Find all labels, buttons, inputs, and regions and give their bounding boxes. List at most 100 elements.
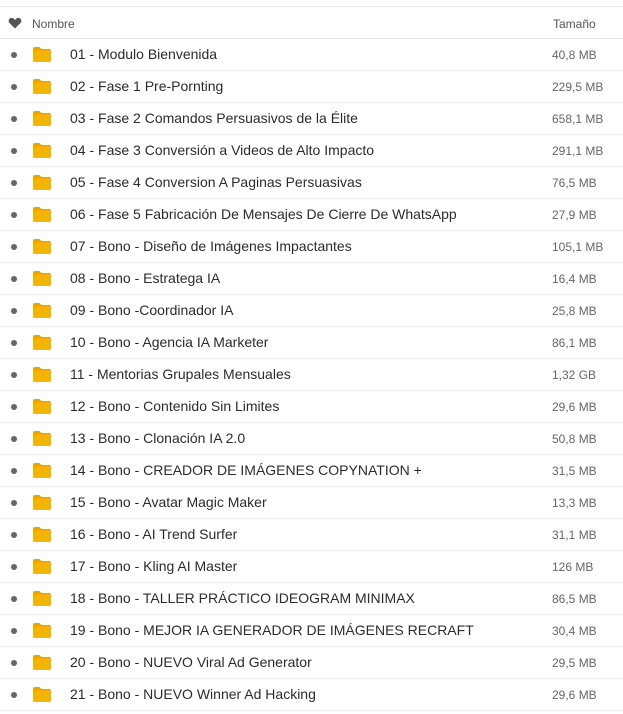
folder-name[interactable]: 13 - Bono - Clonación IA 2.0 [70, 430, 245, 446]
folder-name[interactable]: 18 - Bono - TALLER PRÁCTICO IDEOGRAM MIN… [70, 590, 415, 606]
folder-name[interactable]: 20 - Bono - NUEVO Viral Ad Generator [70, 654, 312, 670]
bullet-icon [11, 404, 17, 410]
folder-name[interactable]: 04 - Fase 3 Conversión a Videos de Alto … [70, 142, 374, 158]
bullet-icon [11, 308, 17, 314]
folder-icon [32, 302, 52, 319]
folder-icon [32, 174, 52, 191]
folder-name[interactable]: 01 - Modulo Bienvenida [70, 46, 217, 62]
table-row[interactable]: 06 - Fase 5 Fabricación De Mensajes De C… [0, 199, 623, 231]
bullet-icon [11, 372, 17, 378]
folder-name[interactable]: 21 - Bono - NUEVO Winner Ad Hacking [70, 686, 316, 702]
bullet-icon [11, 276, 17, 282]
folder-name[interactable]: 02 - Fase 1 Pre-Pornting [70, 78, 223, 94]
table-row[interactable]: 10 - Bono - Agencia IA Marketer 86,1 MB [0, 327, 623, 359]
folder-icon [32, 558, 52, 575]
bullet-icon [11, 180, 17, 186]
table-row[interactable]: 18 - Bono - TALLER PRÁCTICO IDEOGRAM MIN… [0, 583, 623, 615]
folder-size: 30,4 MB [552, 624, 597, 638]
folder-icon [32, 430, 52, 447]
folder-size: 31,5 MB [552, 464, 597, 478]
folder-name[interactable]: 19 - Bono - MEJOR IA GENERADOR DE IMÁGEN… [70, 622, 474, 638]
table-row[interactable]: 21 - Bono - NUEVO Winner Ad Hacking 29,6 … [0, 679, 623, 711]
folder-size: 29,5 MB [552, 656, 597, 670]
bullet-icon [11, 660, 17, 666]
table-row[interactable]: 17 - Bono - Kling AI Master 126 MB [0, 551, 623, 583]
folder-size: 31,1 MB [552, 528, 597, 542]
folder-icon [32, 110, 52, 127]
bullet-icon [11, 692, 17, 698]
folder-name[interactable]: 15 - Bono - Avatar Magic Maker [70, 494, 267, 510]
folder-icon [32, 334, 52, 351]
folder-name[interactable]: 10 - Bono - Agencia IA Marketer [70, 334, 268, 350]
folder-name[interactable]: 14 - Bono - CREADOR DE IMÁGENES COPYNATI… [70, 462, 422, 478]
table-row[interactable]: 13 - Bono - Clonación IA 2.0 50,8 MB [0, 423, 623, 455]
table-row[interactable]: 07 - Bono - Diseño de Imágenes Impactant… [0, 231, 623, 263]
bullet-icon [11, 628, 17, 634]
folder-icon [32, 622, 52, 639]
folder-icon [32, 590, 52, 607]
folder-icon [32, 142, 52, 159]
table-row[interactable]: 02 - Fase 1 Pre-Pornting 229,5 MB [0, 71, 623, 103]
folder-size: 25,8 MB [552, 304, 597, 318]
folder-size: 105,1 MB [552, 240, 604, 254]
folder-size: 29,6 MB [552, 400, 597, 414]
folder-size: 126 MB [552, 560, 594, 574]
table-row[interactable]: 12 - Bono - Contenido Sin Limites 29,6 MB [0, 391, 623, 423]
folder-size: 13,3 MB [552, 496, 597, 510]
folder-name[interactable]: 12 - Bono - Contenido Sin Limites [70, 398, 279, 414]
table-row[interactable]: 03 - Fase 2 Comandos Persuasivos de la É… [0, 103, 623, 135]
folder-size: 86,5 MB [552, 592, 597, 606]
folder-name[interactable]: 17 - Bono - Kling AI Master [70, 558, 237, 574]
folder-icon [32, 462, 52, 479]
folder-name[interactable]: 06 - Fase 5 Fabricación De Mensajes De C… [70, 206, 457, 222]
folder-icon [32, 238, 52, 255]
table-row[interactable]: 20 - Bono - NUEVO Viral Ad Generator 29,5… [0, 647, 623, 679]
bullet-icon [11, 468, 17, 474]
file-list: Nombre Tamaño 01 - Modulo Bienvenida 40,8… [0, 0, 623, 714]
folder-name[interactable]: 08 - Bono - Estratega IA [70, 270, 220, 286]
folder-size: 40,8 MB [552, 48, 597, 62]
column-header-size[interactable]: Tamaño [553, 17, 596, 31]
bullet-icon [11, 532, 17, 538]
folder-name[interactable]: 16 - Bono - AI Trend Surfer [70, 526, 237, 542]
bullet-icon [11, 84, 17, 90]
table-row[interactable]: 09 - Bono -Coordinador IA 25,8 MB [0, 295, 623, 327]
folder-size: 229,5 MB [552, 80, 604, 94]
folder-icon [32, 270, 52, 287]
bullet-icon [11, 596, 17, 602]
folder-size: 29,6 MB [552, 688, 597, 702]
bullet-icon [11, 564, 17, 570]
bullet-icon [11, 148, 17, 154]
table-row[interactable]: 14 - Bono - CREADOR DE IMÁGENES COPYNATI… [0, 455, 623, 487]
table-row[interactable]: 05 - Fase 4 Conversion A Paginas Persuas… [0, 167, 623, 199]
table-row[interactable]: 16 - Bono - AI Trend Surfer 31,1 MB [0, 519, 623, 551]
table-row[interactable]: 11 - Mentorias Grupales Mensuales 1,32 GB [0, 359, 623, 391]
folder-name[interactable]: 09 - Bono -Coordinador IA [70, 302, 233, 318]
table-row[interactable]: 01 - Modulo Bienvenida 40,8 MB [0, 39, 623, 71]
bullet-icon [11, 340, 17, 346]
heart-icon[interactable] [8, 16, 22, 30]
folder-size: 658,1 MB [552, 112, 604, 126]
table-row[interactable]: 15 - Bono - Avatar Magic Maker 13,3 MB [0, 487, 623, 519]
table-row[interactable]: 19 - Bono - MEJOR IA GENERADOR DE IMÁGEN… [0, 615, 623, 647]
folder-icon [32, 78, 52, 95]
list-header: Nombre Tamaño [0, 6, 623, 39]
folder-size: 27,9 MB [552, 208, 597, 222]
folder-name[interactable]: 11 - Mentorias Grupales Mensuales [70, 366, 291, 382]
table-row[interactable]: 04 - Fase 3 Conversión a Videos de Alto … [0, 135, 623, 167]
column-header-name[interactable]: Nombre [32, 17, 75, 31]
table-row[interactable]: 08 - Bono - Estratega IA 16,4 MB [0, 263, 623, 295]
folder-name[interactable]: 05 - Fase 4 Conversion A Paginas Persuas… [70, 174, 362, 190]
bullet-icon [11, 212, 17, 218]
folder-name[interactable]: 03 - Fase 2 Comandos Persuasivos de la É… [70, 110, 358, 126]
folder-icon [32, 654, 52, 671]
bullet-icon [11, 244, 17, 250]
folder-icon [32, 366, 52, 383]
folder-size: 291,1 MB [552, 144, 604, 158]
folder-size: 50,8 MB [552, 432, 597, 446]
folder-name[interactable]: 07 - Bono - Diseño de Imágenes Impactant… [70, 238, 352, 254]
folder-size: 1,32 GB [552, 368, 597, 382]
bullet-icon [11, 116, 17, 122]
folder-icon [32, 206, 52, 223]
folder-size: 76,5 MB [552, 176, 597, 190]
